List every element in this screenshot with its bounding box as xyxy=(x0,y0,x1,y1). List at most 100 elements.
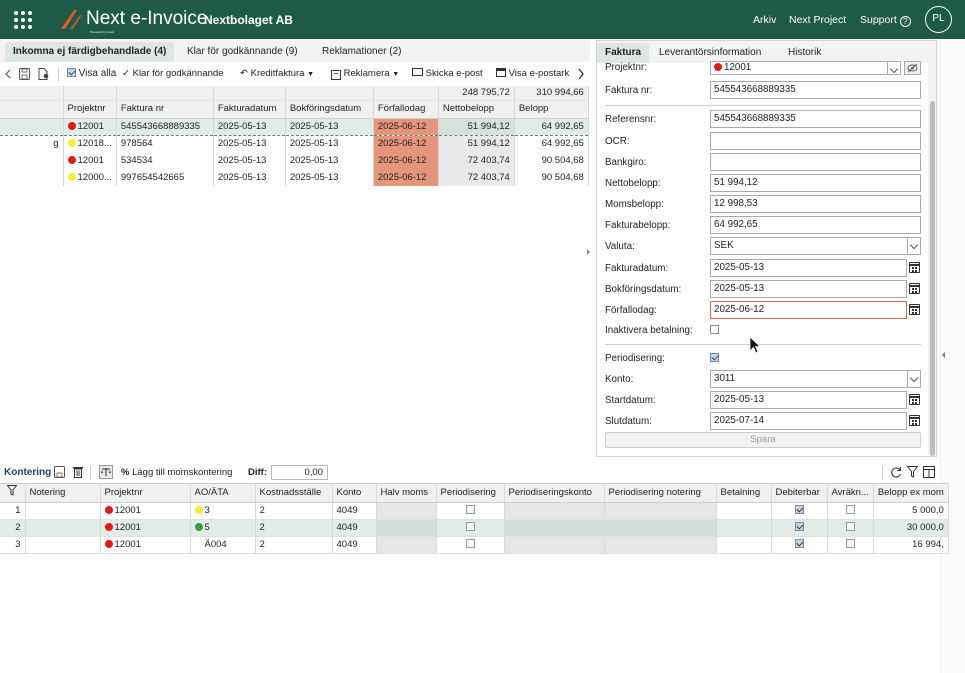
column-header-notering[interactable]: Notering xyxy=(25,483,101,503)
column-header-avrakn[interactable]: Avräkn... xyxy=(827,483,874,503)
column-header-betalning[interactable]: Betalning xyxy=(716,483,772,503)
save-icon[interactable] xyxy=(19,68,30,80)
columns-icon[interactable] xyxy=(923,466,935,478)
nav-arkiv[interactable]: Arkiv xyxy=(753,14,776,26)
betalning-cell[interactable] xyxy=(716,536,772,554)
calendar-icon[interactable] xyxy=(909,283,920,294)
avrakn-checkbox[interactable] xyxy=(845,539,855,548)
column-header-bokforingsdatum[interactable]: Bokföringsdatum xyxy=(285,100,374,119)
show-email-button[interactable]: Visa e-postark xyxy=(496,67,574,81)
ready-for-approval-button[interactable]: ✓ Klar för godkännande xyxy=(122,67,223,81)
fakturadatum-input[interactable]: 2025-05-13 xyxy=(710,259,907,277)
ao-cell[interactable]: 3 xyxy=(190,502,256,520)
filter-icon[interactable] xyxy=(907,466,918,478)
debiterbar-checkbox[interactable] xyxy=(794,505,804,514)
tab-leverantorsinformation[interactable]: Leverantörsinformation xyxy=(651,43,769,63)
ao-cell[interactable]: Ä004 xyxy=(190,536,256,554)
column-header-ao-ata[interactable]: AO/ÄTA xyxy=(190,483,256,503)
periodisering-checkbox[interactable] xyxy=(710,353,719,362)
debiterbar-checkbox[interactable] xyxy=(794,522,804,531)
column-header-periodisering-notering[interactable]: Periodisering notering xyxy=(604,483,717,503)
column-header-projektnr[interactable]: Projektnr xyxy=(100,483,191,503)
kst-cell[interactable]: 2 xyxy=(255,519,333,537)
projekt-cell[interactable]: 12001 xyxy=(100,536,191,554)
projekt-cell[interactable]: 12001 xyxy=(100,519,191,537)
filter-column[interactable] xyxy=(0,483,26,503)
tab-reklamationer[interactable]: Reklamationer (2) xyxy=(314,42,409,62)
column-header-halv-moms[interactable]: Halv moms xyxy=(376,483,437,503)
projektnr-select[interactable]: 12001 xyxy=(710,61,901,75)
forfallodag-input[interactable]: 2025-06-12 xyxy=(710,301,907,319)
calendar-icon[interactable] xyxy=(909,304,920,315)
tab-faktura[interactable]: Faktura xyxy=(597,43,650,63)
reclaim-button[interactable]: − Reklamera ▼ xyxy=(331,67,399,81)
column-header-fakturanr[interactable]: Faktura nr xyxy=(116,100,214,119)
table-row[interactable]: 3 12001 Ä004 2 4049 16 994, xyxy=(0,536,949,554)
bankgiro-input[interactable] xyxy=(710,153,921,171)
konto-cell[interactable]: 4049 xyxy=(332,519,377,537)
collapse-arrow-icon[interactable] xyxy=(941,350,946,360)
splitter-handle[interactable] xyxy=(587,245,591,259)
column-header-kostnadsstalle[interactable]: Kostnadsställe xyxy=(255,483,333,503)
belopp-cell[interactable]: 16 994, xyxy=(873,536,949,554)
bokforingsdatum-input[interactable]: 2025-05-13 xyxy=(710,280,907,298)
scale-balance-icon[interactable] xyxy=(99,465,113,479)
table-row[interactable]: 12001 534534 2025-05-13 2025-05-13 2025-… xyxy=(0,152,589,169)
kst-cell[interactable]: 2 xyxy=(255,536,333,554)
chevron-right-icon[interactable] xyxy=(577,68,585,80)
avrakn-checkbox[interactable] xyxy=(845,505,855,514)
belopp-cell[interactable]: 30 000,0 xyxy=(873,519,949,537)
notering-cell[interactable] xyxy=(25,519,101,537)
column-header-nettobelopp[interactable]: Nettobelopp xyxy=(438,100,515,119)
table-row[interactable]: 12000... 997654542665 2025-05-13 2025-05… xyxy=(0,169,589,186)
tab-historik[interactable]: Historik xyxy=(780,43,829,63)
column-header-belopp-ex-moms[interactable]: Belopp ex mom xyxy=(873,483,949,503)
column-header-forfallodag[interactable]: Förfallodag xyxy=(373,100,439,119)
refresh-icon[interactable] xyxy=(890,466,902,478)
ocr-input[interactable] xyxy=(710,132,921,150)
clear-project-button[interactable] xyxy=(904,61,921,75)
konto-cell[interactable]: 4049 xyxy=(332,536,377,554)
belopp-cell[interactable]: 5 000,0 xyxy=(873,502,949,520)
betalning-cell[interactable] xyxy=(716,502,772,520)
document-settings-icon[interactable] xyxy=(38,68,50,80)
projekt-cell[interactable]: 12001 xyxy=(100,502,191,520)
credit-invoice-button[interactable]: ↶ Kreditfaktura ▼ xyxy=(240,67,314,81)
table-row[interactable]: 2 12001 5 2 4049 30 000,0 xyxy=(0,519,949,537)
periodisering-checkbox[interactable] xyxy=(465,505,475,514)
trash-icon[interactable] xyxy=(73,466,83,478)
show-all-checkbox[interactable] xyxy=(67,68,76,77)
scrollbar-thumb[interactable] xyxy=(930,101,935,456)
app-launcher-icon[interactable] xyxy=(14,11,32,29)
column-header-belopp[interactable]: Belopp xyxy=(514,100,589,119)
chevron-left-icon[interactable] xyxy=(4,69,12,79)
column-header-projektnr[interactable]: Projektnr xyxy=(63,100,117,119)
betalning-cell[interactable] xyxy=(716,519,772,537)
referensnr-input[interactable]: 545543668889335 xyxy=(710,110,921,128)
save-icon[interactable] xyxy=(54,466,65,478)
table-row[interactable]: g 12018... 978564 2025-05-13 2025-05-13 … xyxy=(0,135,589,152)
notering-cell[interactable] xyxy=(25,536,101,554)
column-header-konto[interactable]: Konto xyxy=(332,483,377,503)
tab-inkomna[interactable]: Inkomna ej färdigbehandlade (4) xyxy=(5,42,175,62)
avrakn-checkbox[interactable] xyxy=(845,522,855,531)
periodisering-checkbox[interactable] xyxy=(465,522,475,531)
calendar-icon[interactable] xyxy=(909,394,920,405)
table-row[interactable]: 1 12001 3 2 4049 5 000,0 xyxy=(0,502,949,520)
calendar-icon[interactable] xyxy=(909,415,920,426)
save-button[interactable]: Spara xyxy=(605,432,921,448)
nettobelopp-input[interactable]: 51 994,12 xyxy=(710,174,921,192)
tab-klar-for-godkannande[interactable]: Klar för godkännande (9) xyxy=(179,42,306,62)
momsbelopp-input[interactable]: 12 998,53 xyxy=(710,195,921,213)
show-all-toggle[interactable]: Visa alla xyxy=(67,67,116,81)
debiterbar-checkbox[interactable] xyxy=(794,539,804,548)
slutdatum-input[interactable]: 2025-07-14 xyxy=(710,412,907,430)
inaktivera-betalning-checkbox[interactable] xyxy=(710,325,719,334)
startdatum-input[interactable]: 2025-05-13 xyxy=(710,391,907,409)
send-email-button[interactable]: Skicka e-post xyxy=(412,67,483,81)
fakturanr-input[interactable]: 545543668889335 xyxy=(710,81,921,99)
column-header[interactable] xyxy=(0,100,64,119)
column-header-debiterbar[interactable]: Debiterbar xyxy=(771,483,828,503)
fakturabelopp-input[interactable]: 64 992,65 xyxy=(710,216,921,234)
konto-select[interactable]: 3011 xyxy=(710,370,921,388)
